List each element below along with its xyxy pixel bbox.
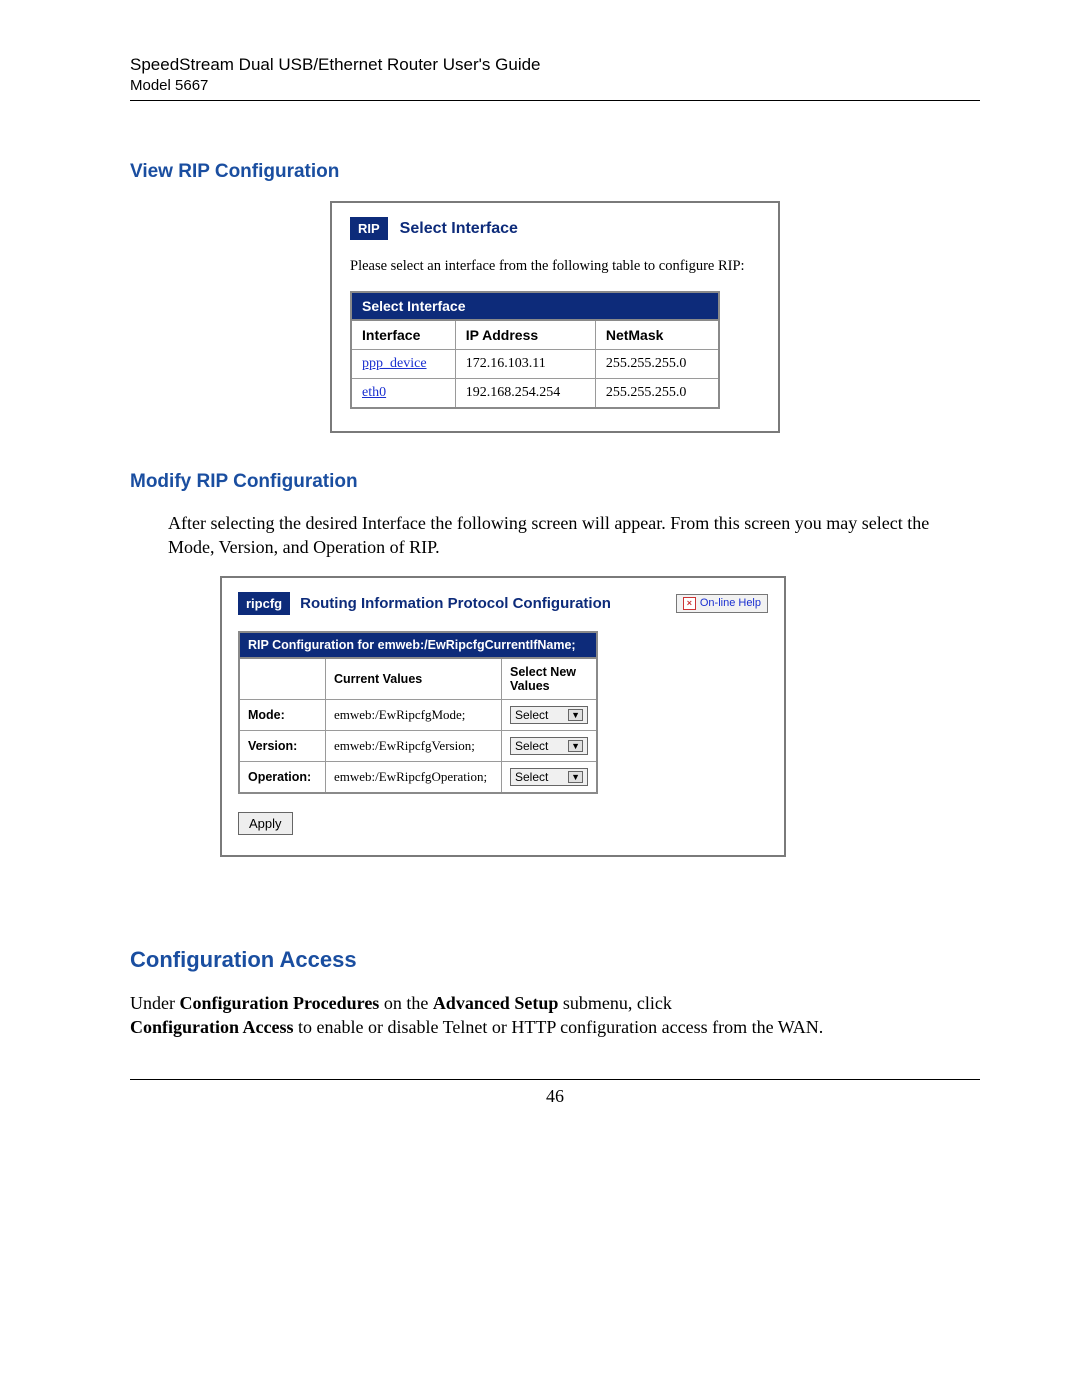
row-label: Operation: — [239, 761, 326, 793]
chevron-down-icon: ▼ — [568, 709, 583, 721]
ip-cell: 172.16.103.11 — [455, 350, 595, 379]
modify-rip-body: After selecting the desired Interface th… — [168, 511, 980, 560]
col-interface: Interface — [351, 320, 455, 350]
ripcfg-panel: ripcfg Routing Information Protocol Conf… — [220, 576, 786, 857]
text: on the — [379, 993, 433, 1013]
apply-button[interactable]: Apply — [238, 812, 293, 835]
table-row: eth0 192.168.254.254 255.255.255.0 — [351, 379, 719, 409]
row-label: Version: — [239, 730, 326, 761]
interface-table-caption: Select Interface — [350, 291, 720, 319]
section-view-rip-title: View RIP Configuration — [130, 161, 980, 183]
text: Under — [130, 993, 179, 1013]
table-row: Operation: emweb:/EwRipcfgOperation; Sel… — [239, 761, 597, 793]
col-ip: IP Address — [455, 320, 595, 350]
mask-cell: 255.255.255.0 — [595, 350, 719, 379]
cfg-head-current: Current Values — [326, 658, 502, 700]
cfg-head-blank — [239, 658, 326, 700]
section-modify-rip-title: Modify RIP Configuration — [130, 471, 980, 493]
section-config-access-title: Configuration Access — [130, 947, 980, 973]
interface-link[interactable]: eth0 — [362, 385, 386, 400]
rip-chip: RIP — [350, 217, 388, 240]
row-value: emweb:/EwRipcfgOperation; — [326, 761, 502, 793]
header-rule — [130, 100, 980, 101]
select-interface-heading: Select Interface — [400, 220, 518, 238]
text-bold: Configuration Access — [130, 1017, 294, 1037]
version-select[interactable]: Select ▼ — [510, 737, 588, 755]
table-row: Version: emweb:/EwRipcfgVersion; Select … — [239, 730, 597, 761]
text: submenu, click — [558, 993, 671, 1013]
doc-header-title: SpeedStream Dual USB/Ethernet Router Use… — [130, 55, 980, 75]
ripcfg-table-caption: RIP Configuration for emweb:/EwRipcfgCur… — [238, 631, 598, 657]
chevron-down-icon: ▼ — [568, 740, 583, 752]
interface-link[interactable]: ppp_device — [362, 356, 427, 371]
select-interface-instruction: Please select an interface from the foll… — [350, 258, 760, 275]
ripcfg-table: Current Values Select New Values Mode: e… — [238, 657, 598, 794]
mode-select[interactable]: Select ▼ — [510, 706, 588, 724]
table-row: Mode: emweb:/EwRipcfgMode; Select ▼ — [239, 699, 597, 730]
row-label: Mode: — [239, 699, 326, 730]
col-netmask: NetMask — [595, 320, 719, 350]
online-help-button[interactable]: × On-line Help — [676, 594, 768, 613]
doc-header-model: Model 5667 — [130, 77, 980, 94]
config-access-body: Under Configuration Procedures on the Ad… — [130, 991, 980, 1040]
mask-cell: 255.255.255.0 — [595, 379, 719, 409]
select-label: Select — [515, 739, 548, 753]
select-label: Select — [515, 770, 548, 784]
page-number: 46 — [130, 1086, 980, 1107]
cfg-head-new: Select New Values — [502, 658, 598, 700]
ripcfg-heading: Routing Information Protocol Configurati… — [300, 595, 666, 612]
select-label: Select — [515, 708, 548, 722]
text: to enable or disable Telnet or HTTP conf… — [294, 1017, 824, 1037]
text-bold: Configuration Procedures — [179, 993, 379, 1013]
table-row: ppp_device 172.16.103.11 255.255.255.0 — [351, 350, 719, 379]
operation-select[interactable]: Select ▼ — [510, 768, 588, 786]
online-help-label: On-line Help — [700, 597, 761, 609]
footer-rule — [130, 1079, 980, 1080]
ripcfg-chip: ripcfg — [238, 592, 290, 615]
row-value: emweb:/EwRipcfgVersion; — [326, 730, 502, 761]
interface-table: Select Interface Interface IP Address Ne… — [350, 291, 720, 409]
close-icon: × — [683, 597, 696, 610]
row-value: emweb:/EwRipcfgMode; — [326, 699, 502, 730]
select-interface-panel: RIP Select Interface Please select an in… — [330, 201, 780, 433]
text-bold: Advanced Setup — [433, 993, 559, 1013]
ip-cell: 192.168.254.254 — [455, 379, 595, 409]
chevron-down-icon: ▼ — [568, 771, 583, 783]
